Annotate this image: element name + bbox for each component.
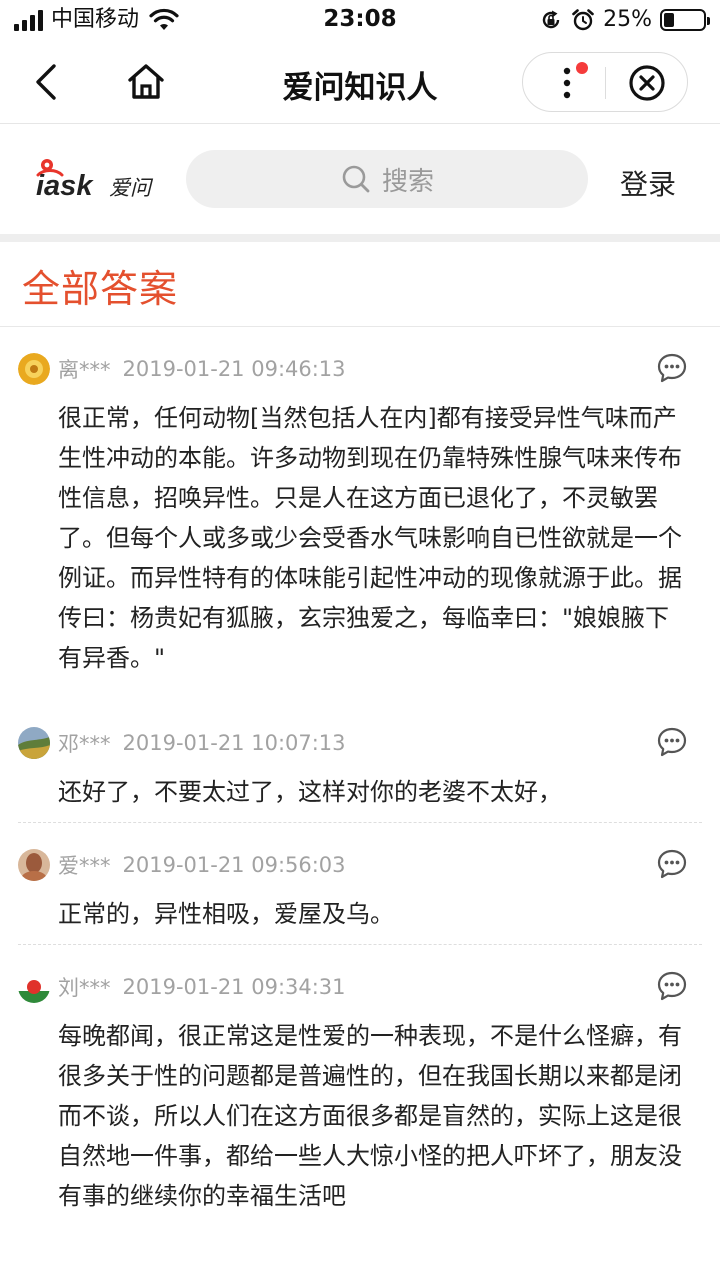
avatar[interactable] [18, 971, 50, 1003]
avatar[interactable] [18, 727, 50, 759]
battery-percentage: 25% [603, 7, 652, 32]
answer-user: 刘*** [58, 976, 111, 1000]
alarm-icon [572, 8, 594, 30]
notification-badge [576, 62, 588, 74]
battery-icon [660, 8, 710, 31]
capsule-divider [605, 67, 606, 99]
answer-text: 很正常，任何动物[当然包括人在内]都有接受异性气味而产生性冲动的本能。许多动物到… [58, 404, 682, 672]
iask-logo[interactable]: iask 爱问 [34, 155, 159, 205]
answer-item: 刘*** 2019-01-21 09:34:31 每晚都闻，很正常这是性爱的一种… [18, 970, 702, 1216]
home-icon[interactable] [122, 58, 170, 106]
answer-text: 每晚都闻，很正常这是性爱的一种表现，不是什么怪癖，有很多关于性的问题都是普遍性的… [58, 1022, 682, 1210]
answer-time: 2019-01-21 09:46:13 [122, 357, 346, 381]
answer-item: 爱*** 2019-01-21 09:56:03 正常的，异性相吸，爱屋及乌。 [18, 848, 702, 945]
more-icon[interactable] [547, 59, 595, 107]
search-placeholder: 搜索 [381, 166, 434, 197]
comment-icon[interactable] [656, 726, 688, 758]
avatar[interactable] [18, 849, 50, 881]
rotation-lock-icon [542, 10, 560, 28]
answer-time: 2019-01-21 09:56:03 [122, 853, 346, 877]
section-title: 全部答案 [22, 267, 179, 311]
comment-icon[interactable] [656, 848, 688, 880]
logo-text: 爱问 [109, 176, 154, 200]
page-title: 爱问知识人 [282, 70, 438, 106]
answer-time: 2019-01-21 09:34:31 [122, 975, 346, 999]
answer-text: 正常的，异性相吸，爱屋及乌。 [58, 900, 394, 928]
site-header: iask 爱问 搜索 登录 [0, 125, 720, 235]
answer-text: 还好了，不要太过了，这样对你的老婆不太好， [58, 778, 562, 806]
answer-user: 邓*** [58, 732, 111, 756]
nav-bar: 爱问知识人 [0, 40, 720, 124]
back-arrow-icon[interactable] [26, 60, 66, 104]
answer-item: 邓*** 2019-01-21 10:07:13 还好了，不要太过了，这样对你的… [18, 726, 702, 823]
answer-user: 离*** [58, 358, 111, 382]
status-bar: 中国移动 23:08 25% [0, 0, 720, 40]
comment-icon[interactable] [656, 352, 688, 384]
answer-time: 2019-01-21 10:07:13 [122, 731, 346, 755]
avatar[interactable] [18, 353, 50, 385]
mini-program-capsule [522, 52, 688, 112]
comment-icon[interactable] [656, 970, 688, 1002]
logo-brand: iask [36, 170, 94, 202]
divider [0, 326, 720, 327]
search-input[interactable]: 搜索 [186, 150, 588, 208]
search-icon [342, 165, 370, 193]
answer-user: 爱*** [58, 854, 111, 878]
login-link[interactable]: 登录 [620, 163, 676, 203]
close-icon[interactable] [625, 61, 669, 105]
divider [0, 234, 720, 242]
